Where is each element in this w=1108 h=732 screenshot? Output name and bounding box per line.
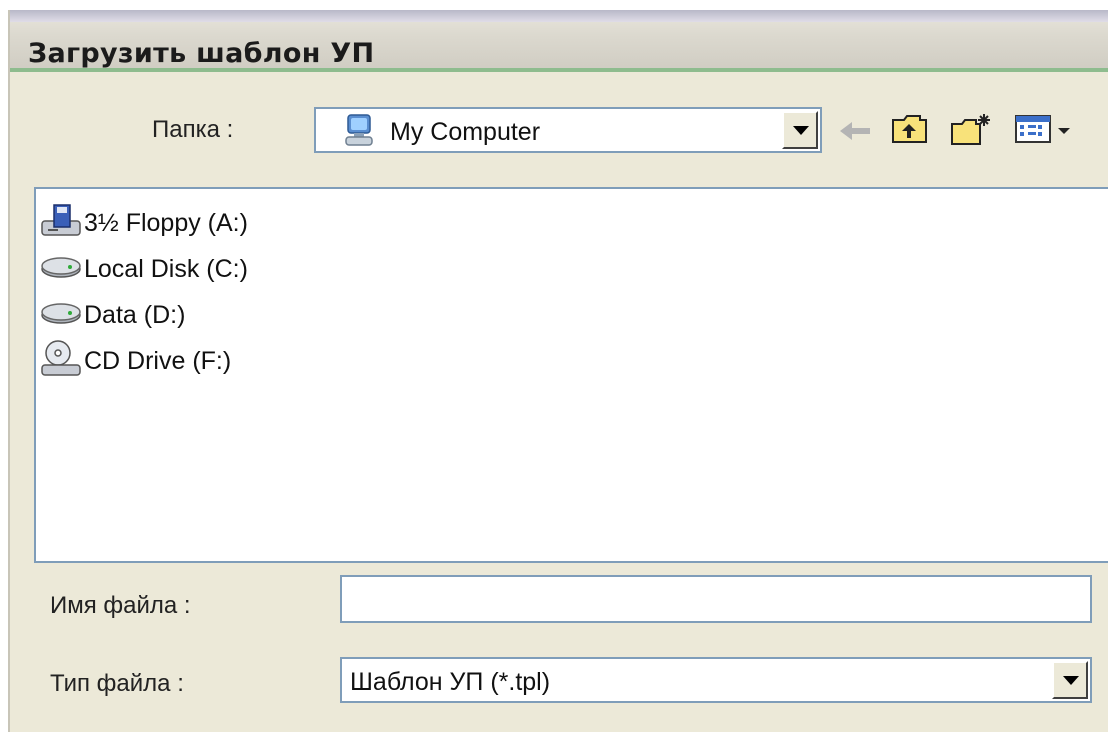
back-arrow-icon[interactable] <box>838 120 872 147</box>
filename-input[interactable] <box>340 575 1092 623</box>
filetype-label: Тип файла : <box>50 670 184 697</box>
dialog-window: Загрузить шаблон УП Папка : My Computer <box>8 10 1108 732</box>
new-folder-icon[interactable] <box>950 112 992 153</box>
hard-disk-icon <box>40 295 82 336</box>
folder-combo[interactable]: My Computer <box>314 107 822 153</box>
filetype-dropdown-button[interactable] <box>1052 661 1088 699</box>
file-list[interactable]: 3½ Floppy (A:) Local Disk (C:) Data (D:)… <box>34 187 1108 563</box>
folder-label: Папка : <box>152 116 234 143</box>
list-item-data-disk[interactable]: Data (D:) <box>40 295 185 335</box>
list-item-cd-drive[interactable]: CD Drive (F:) <box>40 339 232 384</box>
up-one-level-icon[interactable] <box>890 112 930 151</box>
filename-label: Имя файла : <box>50 592 191 619</box>
dialog-title: Загрузить шаблон УП <box>28 38 375 69</box>
dialog-body: Папка : My Computer 3½ Floppy (A:) Local… <box>10 72 1108 732</box>
filetype-select[interactable]: Шаблон УП (*.tpl) <box>340 657 1092 703</box>
filetype-value: Шаблон УП (*.tpl) <box>350 668 551 696</box>
view-menu-icon[interactable] <box>1014 112 1078 151</box>
hard-disk-icon <box>40 249 82 290</box>
folder-dropdown-button[interactable] <box>782 111 818 149</box>
title-bar[interactable]: Загрузить шаблон УП <box>10 10 1108 72</box>
my-computer-icon <box>342 113 376 154</box>
list-item-floppy[interactable]: 3½ Floppy (A:) <box>40 203 248 243</box>
list-item-label: CD Drive (F:) <box>84 346 232 375</box>
folder-value: My Computer <box>390 118 541 146</box>
floppy-drive-icon <box>40 203 82 244</box>
cd-drive-icon <box>40 339 82 384</box>
list-item-label: 3½ Floppy (A:) <box>84 208 248 237</box>
list-item-label: Data (D:) <box>84 300 186 329</box>
list-item-local-disk[interactable]: Local Disk (C:) <box>40 249 248 289</box>
list-item-label: Local Disk (C:) <box>84 254 248 283</box>
